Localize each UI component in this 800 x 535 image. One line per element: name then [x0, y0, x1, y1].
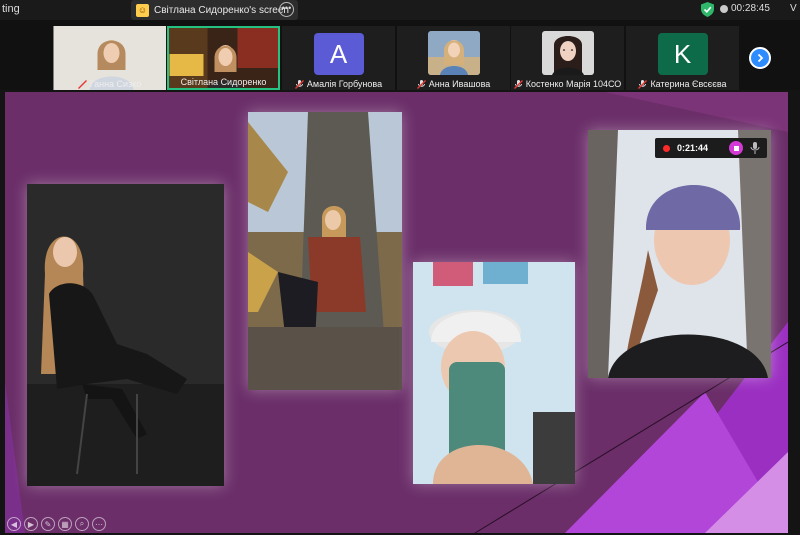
app-title: ting [2, 3, 20, 15]
participant-tile[interactable]: Костенко Марія 104СО [511, 26, 624, 90]
participant-name-text: Амалія Горбунова [306, 79, 383, 89]
participant-name-text: Катерина Євсєєва [650, 79, 727, 89]
stop-icon [733, 145, 739, 151]
participant-photo [541, 31, 594, 75]
participant-name: Анна Ивашова [397, 79, 510, 89]
participant-name: Костенко Марія 104СО [511, 79, 624, 89]
more-options-icon[interactable]: ⋯ [92, 517, 106, 531]
share-user-icon: ☺ [136, 3, 149, 17]
timer-icon [720, 4, 728, 13]
slide-photo-tree [248, 112, 402, 390]
recording-time: 0:21:44 [677, 143, 709, 153]
muted-mic-icon [638, 79, 648, 89]
slide-photo-selfie-cap [413, 262, 575, 484]
next-page-button[interactable] [749, 47, 771, 69]
stop-recording-button[interactable] [729, 141, 743, 155]
participant-tile[interactable]: K Катерина Євсєєва [626, 26, 739, 90]
microphone-icon[interactable] [749, 141, 761, 155]
muted-mic-icon [77, 79, 87, 89]
participant-name-text: Ганна Сизко [89, 79, 142, 89]
more-options-icon[interactable]: ••• [279, 2, 294, 17]
zoom-meeting-window: ting ☺ Світлана Сидоренко's screen ••• 0… [0, 0, 800, 535]
previous-slide-button[interactable]: ◀ [7, 517, 21, 531]
participant-tile[interactable]: Ганна Сизко [53, 26, 166, 90]
participant-tile[interactable]: Анна Ивашова [397, 26, 510, 90]
participant-name-text: Костенко Марія 104СО [525, 79, 622, 89]
recording-bar: 0:21:44 [655, 138, 767, 158]
participant-tile-active[interactable]: Світлана Сидоренко [167, 26, 280, 90]
recording-icon [663, 144, 670, 152]
participant-name-text: Анна Ивашова [428, 79, 491, 89]
participant-avatar: A [313, 33, 364, 75]
meeting-timer-text: 00:28:45 [731, 3, 770, 14]
top-bar: ting ☺ Світлана Сидоренко's screen ••• 0… [0, 0, 800, 20]
participant-name-text: Світлана Сидоренко [180, 77, 267, 87]
view-button[interactable]: V [790, 3, 797, 14]
slides-grid-icon[interactable]: ▦ [58, 517, 72, 531]
slide-photo-black-dress [27, 184, 224, 486]
next-slide-button[interactable]: ▶ [24, 517, 38, 531]
muted-mic-icon [294, 79, 304, 89]
pen-icon[interactable]: ✎ [41, 517, 55, 531]
participant-name: Світлана Сидоренко [169, 77, 278, 87]
slideshow-controls: ◀ ▶ ✎ ▦ ⌕ ⋯ [7, 517, 106, 531]
chevron-right-icon [757, 53, 764, 63]
zoom-icon[interactable]: ⌕ [75, 517, 89, 531]
participant-avatar: K [657, 33, 708, 75]
meeting-timer: 00:28:45 [720, 3, 770, 14]
participant-name: Ганна Сизко [53, 79, 166, 89]
screen-share-banner[interactable]: ☺ Світлана Сидоренко's screen ••• [131, 0, 298, 20]
shared-screen: 0:21:44 [5, 92, 788, 533]
participant-strip: Ганна Сизко Світлана Сидоренко A Амалія … [0, 20, 800, 90]
participant-photo [427, 31, 480, 75]
participant-name: Амалія Горбунова [282, 79, 395, 89]
slide-photo-beanie [588, 130, 771, 378]
muted-mic-icon [513, 79, 523, 89]
security-shield-icon[interactable] [701, 2, 714, 17]
participant-tile[interactable]: A Амалія Горбунова [282, 26, 395, 90]
share-banner-label: Світлана Сидоренко's screen [154, 4, 289, 16]
muted-mic-icon [416, 79, 426, 89]
participant-name: Катерина Євсєєва [626, 79, 739, 89]
